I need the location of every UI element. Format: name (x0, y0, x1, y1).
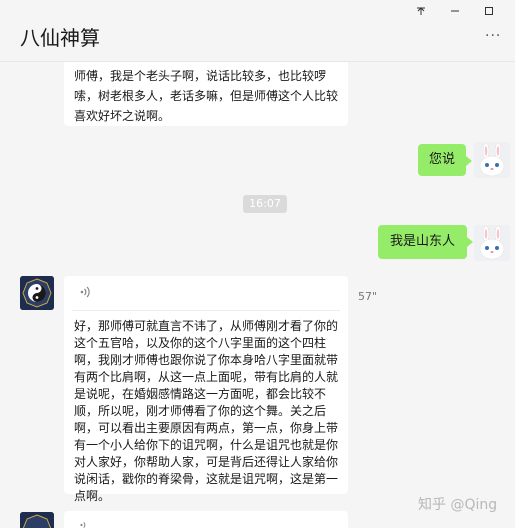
rabbit-avatar[interactable] (474, 142, 510, 178)
voice-transcript: 好，那师傅可就直言不讳了，从师傅刚才看了你的这个五官哈，以及你的这个八字里面的这… (74, 319, 339, 503)
maximize-icon[interactable] (478, 4, 500, 22)
divider (72, 310, 340, 311)
voice-message[interactable]: 好，那师傅可就直言不讳了，从师傅刚才看了你的这个五官哈，以及你的这个八字里面的这… (64, 276, 348, 503)
voice-duration: 57" (358, 290, 378, 303)
chat-title: 八仙神算 (20, 26, 100, 50)
taiji-avatar[interactable] (20, 276, 54, 310)
pin-icon[interactable] (410, 4, 432, 22)
message-text: 我是山东人 (389, 234, 455, 249)
minimize-icon[interactable] (444, 4, 466, 22)
voice-icon[interactable] (78, 517, 92, 528)
message-text: 您说 (428, 152, 455, 167)
more-icon[interactable]: ··· (485, 28, 501, 44)
rabbit-avatar[interactable] (474, 225, 510, 261)
message-bubble-left[interactable]: 师傅，我是个老头子啊，说话比较多，也比较啰嗦，树老根多人，老话多嘛，但是师傅这个… (64, 62, 348, 126)
timestamp: 16:07 (243, 195, 287, 213)
title-bar: 八仙神算 ··· (0, 0, 515, 62)
message-bubble-right[interactable]: 我是山东人 (378, 225, 473, 259)
voice-icon[interactable] (78, 284, 94, 300)
message-bubble-right[interactable]: 您说 (418, 144, 472, 176)
watermark: 知乎 @Qing (418, 497, 498, 513)
message-text: 师傅，我是个老头子啊，说话比较多，也比较啰嗦，树老根多人，老话多嘛，但是师傅这个… (74, 69, 339, 123)
taiji-avatar[interactable] (20, 512, 54, 528)
voice-message[interactable] (64, 511, 348, 528)
